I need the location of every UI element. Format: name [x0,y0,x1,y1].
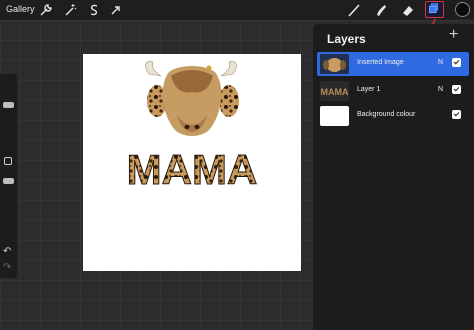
artwork: MAMA [126,61,258,194]
visibility-checkbox[interactable] [452,110,461,119]
wrench-icon[interactable] [38,2,54,18]
brush-icon[interactable] [346,2,362,18]
layer-name: Background colour [357,111,416,118]
visibility-checkbox[interactable] [452,85,461,94]
svg-text:MAMA: MAMA [321,87,349,97]
layer-row-background-colour[interactable]: Background colour [317,104,469,128]
modify-button[interactable] [4,157,12,165]
layers-panel: Layers + Inserted Image N MAMA Layer 1 N… [313,24,474,330]
artwork-text: MAMA [127,146,258,193]
layer-row-inserted-image[interactable]: Inserted Image N [317,52,469,76]
selection-icon[interactable] [86,2,102,18]
top-toolbar: Gallery [0,0,474,20]
magic-wand-icon[interactable] [62,2,78,18]
opacity-slider[interactable] [3,178,14,184]
brush-size-slider[interactable] [3,102,14,108]
drawing-canvas[interactable]: MAMA [83,54,301,271]
transform-arrow-icon[interactable] [108,2,124,18]
blend-mode-button[interactable]: N [438,86,443,93]
panel-title: Layers [327,32,366,46]
layer-thumbnail [320,106,349,126]
gallery-button[interactable]: Gallery [6,4,35,14]
color-picker-button[interactable] [455,2,470,17]
undo-button[interactable]: ↶ [3,246,11,257]
visibility-checkbox[interactable] [452,58,461,67]
redo-button[interactable]: ↷ [3,262,11,273]
layer-thumbnail [320,54,349,74]
smudge-icon[interactable] [373,2,389,18]
layer-name: Layer 1 [357,86,381,93]
add-layer-button[interactable]: + [449,27,458,43]
eraser-icon[interactable] [400,2,416,18]
left-sidebar: ↶ ↷ [0,74,17,278]
layers-icon[interactable] [425,1,444,18]
layer-thumbnail: MAMA [320,81,349,101]
layer-name: Inserted Image [357,59,404,66]
layer-row-layer-1[interactable]: MAMA Layer 1 N [317,79,469,103]
blend-mode-button[interactable]: N [438,59,443,66]
